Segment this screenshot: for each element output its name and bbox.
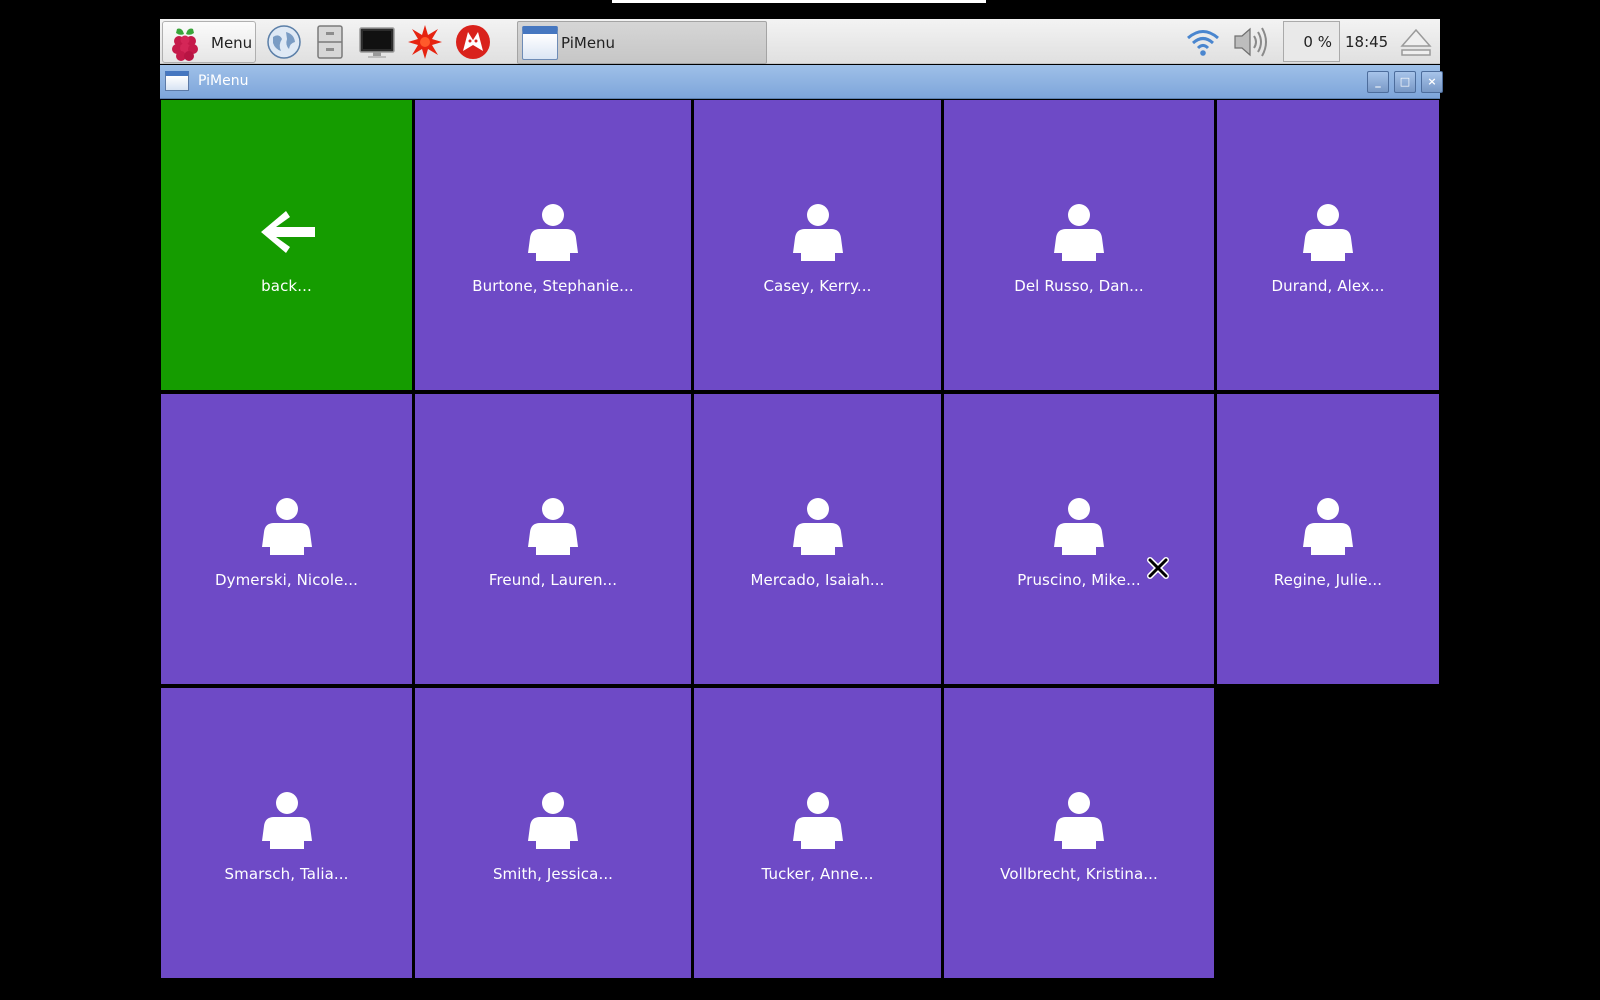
tile-back[interactable]: back... xyxy=(161,100,412,390)
volume-icon[interactable] xyxy=(1232,24,1268,60)
tile-person[interactable]: Del Russo, Dan... xyxy=(944,100,1214,390)
start-menu-button[interactable]: Menu xyxy=(162,21,256,63)
close-button[interactable]: × xyxy=(1421,71,1443,93)
tile-person[interactable]: Freund, Lauren... xyxy=(415,394,691,684)
tile-person[interactable]: Casey, Kerry... xyxy=(694,100,941,390)
window-titlebar[interactable]: PiMenu _ □ × xyxy=(160,65,1443,99)
person-icon xyxy=(261,498,312,555)
raspberry-pi-icon xyxy=(172,28,198,61)
person-icon xyxy=(1054,498,1104,555)
cpu-usage-monitor[interactable]: 0 % xyxy=(1283,21,1340,62)
tile-label: Smith, Jessica... xyxy=(492,865,614,883)
person-icon xyxy=(792,498,843,555)
tile-label: Del Russo, Dan... xyxy=(1014,277,1144,295)
wifi-icon[interactable] xyxy=(1185,24,1221,60)
tile-label: Vollbrecht, Kristina... xyxy=(1000,865,1158,883)
window-icon xyxy=(165,71,189,91)
tile-person[interactable]: Vollbrecht, Kristina... xyxy=(944,688,1214,978)
maximize-button[interactable]: □ xyxy=(1394,71,1416,93)
tile-label: Tucker, Anne... xyxy=(761,865,874,883)
wolfram-icon[interactable] xyxy=(454,23,492,61)
tile-person[interactable]: Smarsch, Talia... xyxy=(161,688,412,978)
terminal-icon[interactable] xyxy=(358,23,396,61)
person-icon xyxy=(1303,204,1353,261)
file-manager-icon[interactable] xyxy=(311,23,349,61)
taskbar-task-pimenu[interactable]: PiMenu xyxy=(517,21,767,64)
person-icon xyxy=(1054,204,1104,261)
tile-person[interactable]: Mercado, Isaiah... xyxy=(694,394,941,684)
tile-label: Durand, Alex... xyxy=(1271,277,1385,295)
tile-label: back... xyxy=(261,277,312,295)
tile-label: Smarsch, Talia... xyxy=(224,865,349,883)
tile-label: Freund, Lauren... xyxy=(488,571,618,589)
tile-label: Mercado, Isaiah... xyxy=(750,571,885,589)
start-menu-label: Menu xyxy=(211,34,253,52)
person-icon xyxy=(792,792,843,849)
window-title: PiMenu xyxy=(198,73,249,89)
x-cursor-icon xyxy=(1147,557,1169,579)
person-icon xyxy=(528,204,578,261)
tile-person[interactable]: Tucker, Anne... xyxy=(694,688,941,978)
person-icon xyxy=(1054,792,1104,849)
clock[interactable]: 18:45 xyxy=(1345,33,1388,51)
web-browser-icon[interactable] xyxy=(265,23,303,61)
mathematica-icon[interactable] xyxy=(406,23,444,61)
tile-person[interactable]: Dymerski, Nicole... xyxy=(161,394,412,684)
tile-label: Burtone, Stephanie... xyxy=(472,277,634,295)
tile-person[interactable]: Burtone, Stephanie... xyxy=(415,100,691,390)
tile-label: Pruscino, Mike... xyxy=(1017,571,1141,589)
tile-person[interactable]: Durand, Alex... xyxy=(1217,100,1439,390)
minimize-button[interactable]: _ xyxy=(1367,71,1389,93)
tile-person[interactable]: Regine, Julie... xyxy=(1217,394,1439,684)
person-icon xyxy=(528,498,578,555)
tile-person[interactable]: Smith, Jessica... xyxy=(415,688,691,978)
person-icon xyxy=(261,792,312,849)
person-icon xyxy=(1303,498,1353,555)
person-icon xyxy=(528,792,578,849)
eject-icon[interactable] xyxy=(1398,24,1434,60)
tile-label: Casey, Kerry... xyxy=(763,277,872,295)
window-icon xyxy=(522,26,558,60)
back-arrow-icon xyxy=(260,211,315,253)
taskbar: Menu PiMenu 0 % 18:45 xyxy=(160,19,1440,64)
tile-label: Regine, Julie... xyxy=(1273,571,1383,589)
person-icon xyxy=(792,204,843,261)
task-label: PiMenu xyxy=(561,34,616,52)
screen-top-edge xyxy=(612,0,986,3)
tile-label: Dymerski, Nicole... xyxy=(214,571,359,589)
tile-person[interactable]: Pruscino, Mike... xyxy=(944,394,1214,684)
